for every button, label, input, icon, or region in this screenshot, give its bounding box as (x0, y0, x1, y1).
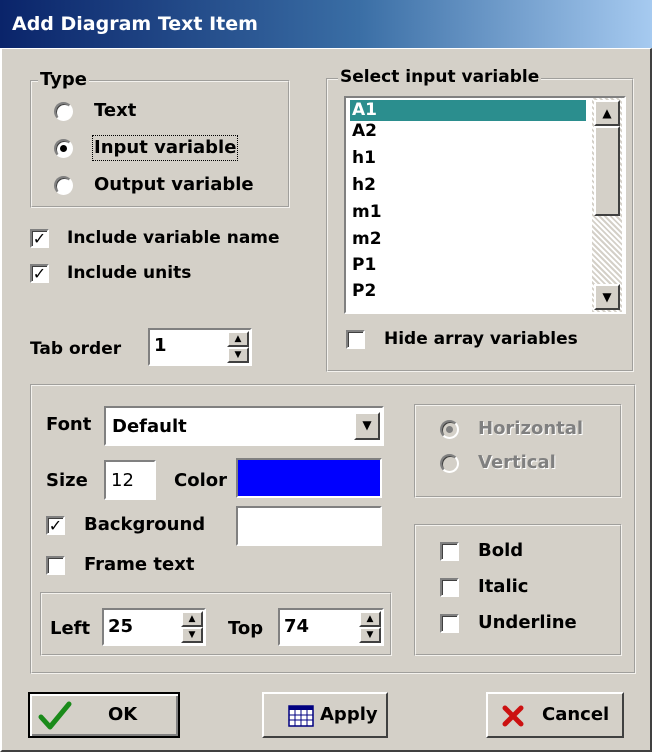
tab-order-spinner[interactable]: 1 ▲ ▼ (148, 328, 252, 366)
hide-array-variables-checkbox[interactable]: Hide array variables (346, 328, 626, 352)
list-item[interactable]: m2 (350, 229, 586, 250)
title-bar[interactable]: Add Diagram Text Item (0, 0, 652, 48)
checkmark-icon (38, 701, 72, 730)
font-value: Default (112, 416, 187, 437)
radio-vertical[interactable]: Vertical (440, 452, 610, 476)
font-select[interactable]: Default ▼ (104, 406, 384, 446)
bold-label: Bold (478, 540, 524, 561)
list-item[interactable]: m1 (350, 202, 586, 223)
variable-listbox[interactable]: A1 A2 h1 h2 m1 m2 P1 P2 ▲ ▼ (344, 96, 626, 314)
list-item[interactable]: A1 (350, 100, 586, 121)
radio-horizontal-label: Horizontal (478, 418, 584, 439)
size-label: Size (46, 470, 88, 491)
include-variable-name-checkbox[interactable]: ✓ Include variable name (30, 227, 330, 251)
radio-selected-dot (446, 426, 453, 433)
list-item[interactable]: h2 (350, 175, 586, 196)
underline-box[interactable] (440, 614, 459, 633)
ok-label: OK (108, 704, 138, 725)
window-title: Add Diagram Text Item (12, 13, 258, 35)
listbox-scrollbar[interactable]: ▲ ▼ (592, 98, 622, 312)
top-label: Top (228, 618, 264, 639)
include-units-box[interactable]: ✓ (30, 264, 49, 283)
scroll-thumb[interactable] (594, 126, 620, 216)
calendar-grid-icon (288, 705, 314, 727)
select-variable-legend: Select input variable (338, 67, 542, 87)
radio-input-variable-button[interactable] (54, 139, 73, 158)
scroll-down-icon[interactable]: ▼ (594, 284, 620, 310)
italic-label: Italic (478, 576, 529, 597)
top-spinner[interactable]: 74 ▲ ▼ (278, 608, 384, 646)
italic-checkbox[interactable]: Italic (440, 576, 600, 600)
size-input[interactable]: 12 (104, 460, 156, 500)
spin-down-icon[interactable]: ▼ (181, 627, 203, 643)
ok-button[interactable]: OK (28, 692, 180, 738)
radio-horizontal[interactable]: Horizontal (440, 418, 610, 442)
cancel-button[interactable]: Cancel (486, 692, 624, 738)
radio-input-variable-label: Input variable (91, 135, 239, 161)
apply-label: Apply (320, 704, 378, 725)
underline-label: Underline (478, 612, 577, 633)
radio-text-label: Text (94, 100, 137, 121)
spin-down-icon[interactable]: ▼ (227, 347, 249, 363)
spin-down-icon[interactable]: ▼ (359, 627, 381, 643)
apply-button[interactable]: Apply (262, 692, 388, 738)
list-item[interactable]: A2 (350, 121, 586, 142)
tab-order-label: Tab order (30, 339, 122, 359)
close-icon (502, 705, 524, 727)
include-units-checkbox[interactable]: ✓ Include units (30, 262, 230, 286)
spin-up-icon[interactable]: ▲ (181, 611, 203, 627)
top-value[interactable]: 74 (284, 616, 309, 638)
italic-box[interactable] (440, 578, 459, 597)
color-swatch[interactable] (236, 458, 382, 498)
radio-output-variable-button[interactable] (54, 176, 73, 195)
list-item[interactable]: h1 (350, 148, 586, 169)
background-checkbox[interactable]: ✓ Background (46, 514, 226, 538)
hide-array-variables-label: Hide array variables (384, 329, 578, 349)
size-value[interactable]: 12 (111, 470, 134, 492)
list-item[interactable]: P1 (350, 255, 586, 276)
radio-horizontal-button[interactable] (440, 420, 459, 439)
radio-text-button[interactable] (54, 102, 73, 121)
background-color-swatch[interactable] (236, 506, 382, 546)
bold-checkbox[interactable]: Bold (440, 540, 600, 564)
underline-checkbox[interactable]: Underline (440, 612, 610, 636)
type-group-legend: Type (38, 69, 89, 90)
include-variable-name-box[interactable]: ✓ (30, 229, 49, 248)
radio-text[interactable]: Text (54, 100, 254, 124)
background-box[interactable]: ✓ (46, 516, 65, 535)
frame-text-checkbox[interactable]: Frame text (46, 554, 226, 578)
left-value[interactable]: 25 (108, 616, 133, 638)
radio-input-variable[interactable]: Input variable (54, 135, 274, 161)
include-variable-name-label: Include variable name (67, 228, 280, 248)
left-label: Left (50, 618, 91, 639)
chevron-down-icon[interactable]: ▼ (354, 412, 380, 440)
scroll-up-icon[interactable]: ▲ (594, 100, 620, 126)
left-spinner[interactable]: 25 ▲ ▼ (102, 608, 206, 646)
cancel-label: Cancel (542, 704, 610, 725)
include-units-label: Include units (67, 263, 192, 283)
radio-output-variable-label: Output variable (94, 174, 254, 195)
hide-array-variables-box[interactable] (346, 330, 365, 349)
radio-selected-dot (60, 145, 67, 152)
radio-output-variable[interactable]: Output variable (54, 174, 284, 198)
frame-text-box[interactable] (46, 556, 65, 575)
radio-vertical-label: Vertical (478, 452, 556, 473)
frame-text-label: Frame text (84, 554, 195, 575)
list-item[interactable]: P2 (350, 281, 586, 302)
font-label: Font (46, 414, 92, 435)
bold-box[interactable] (440, 542, 459, 561)
spin-up-icon[interactable]: ▲ (227, 331, 249, 347)
color-label: Color (174, 470, 227, 491)
tab-order-value[interactable]: 1 (154, 335, 167, 357)
background-label: Background (84, 514, 206, 535)
radio-vertical-button[interactable] (440, 454, 459, 473)
spin-up-icon[interactable]: ▲ (359, 611, 381, 627)
